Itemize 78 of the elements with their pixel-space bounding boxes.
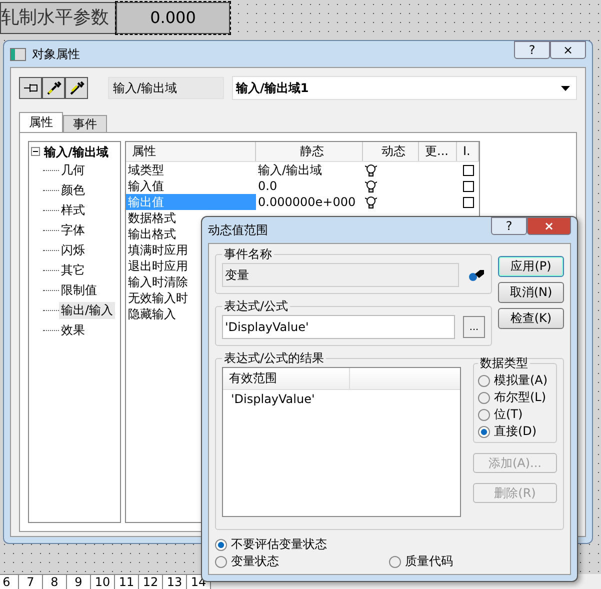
page-tab[interactable]: 13 — [162, 574, 187, 589]
group-title: 表达式/公式 — [223, 298, 290, 315]
tree-item[interactable]: 输入/输出域 — [42, 144, 110, 160]
column-header[interactable]: 静态 — [256, 142, 363, 161]
object-type-field: 输入/输出域 — [108, 77, 224, 99]
radio-label: 直接(D) — [494, 423, 537, 440]
group-title: 表达式/公式的结果 — [223, 350, 326, 367]
radio-label: 质量代码 — [405, 553, 453, 570]
page-tab[interactable]: 8 — [42, 574, 67, 589]
checkbox[interactable] — [463, 180, 474, 192]
group-title: 数据类型 — [479, 355, 529, 372]
dropdown-arrow-icon[interactable] — [561, 86, 570, 90]
radio-label: 模拟量(A) — [494, 372, 548, 389]
radio-label: 位(T) — [494, 406, 523, 423]
page-tab[interactable]: 12 — [138, 574, 163, 589]
static-value: 输入/输出域 — [257, 162, 324, 178]
checkbox[interactable] — [463, 164, 474, 176]
static-value: 0.0 — [257, 178, 278, 194]
lightbulb-icon[interactable] — [365, 164, 377, 176]
radio-label: 布尔型(L) — [494, 389, 546, 406]
browse-button[interactable]: ... — [463, 316, 485, 338]
close-button[interactable]: × — [550, 41, 586, 59]
page-tab[interactable]: 11 — [114, 574, 139, 589]
collapse-icon[interactable] — [31, 145, 40, 159]
help-button[interactable]: ? — [514, 41, 550, 59]
page-tab[interactable]: 7 — [18, 574, 43, 589]
tab[interactable]: 属性 — [19, 112, 63, 132]
radio-button[interactable] — [478, 374, 490, 386]
property-name[interactable]: 输入值 — [126, 178, 256, 194]
radio-button[interactable] — [215, 538, 227, 550]
canvas-label: 轧制水平参数 — [0, 2, 116, 34]
checkbox[interactable] — [463, 196, 474, 208]
static-value: 0.000000e+000 — [257, 194, 357, 210]
window-title: 对象属性 — [32, 46, 80, 62]
radio-button[interactable] — [215, 556, 227, 568]
page-tab[interactable]: 9 — [66, 574, 91, 589]
radio-button[interactable] — [478, 426, 490, 438]
column-header[interactable]: 属性 — [126, 142, 256, 161]
dialog-button[interactable]: 取消(N) — [498, 282, 564, 303]
tree-item[interactable]: 其它 — [59, 262, 87, 278]
expression-field[interactable]: 'DisplayValue' — [222, 315, 455, 339]
dialog-title: 动态值范围 — [208, 222, 268, 238]
tree-item[interactable]: 输出/输入 — [59, 302, 116, 318]
property-name[interactable]: 域类型 — [126, 162, 256, 178]
page-tab[interactable]: 6 — [0, 574, 19, 589]
pin-icon[interactable] — [19, 77, 42, 99]
radio-label: 不要评估变量状态 — [231, 536, 327, 553]
window-icon — [10, 48, 26, 60]
tree-item[interactable]: 限制值 — [59, 282, 99, 298]
close-button[interactable]: × — [527, 217, 571, 235]
radio-button[interactable] — [478, 408, 490, 420]
radio-button[interactable] — [478, 392, 490, 404]
tab[interactable]: 事件 — [63, 115, 107, 132]
list-row[interactable]: 'DisplayValue' — [223, 390, 460, 408]
lightbulb-icon[interactable] — [365, 180, 377, 192]
tree-item[interactable]: 闪烁 — [59, 242, 87, 258]
column-header[interactable]: 更... — [419, 142, 457, 161]
group-title: 事件名称 — [223, 246, 273, 263]
tree-item[interactable]: 效果 — [59, 322, 87, 338]
page-tab[interactable]: 10 — [90, 574, 115, 589]
tree-item[interactable]: 几何 — [59, 162, 87, 178]
pipette-icon[interactable] — [42, 77, 65, 99]
help-button[interactable]: ? — [491, 217, 527, 235]
column-header[interactable]: I. — [457, 142, 479, 161]
event-name-field: 变量 — [222, 263, 459, 287]
object-name-dropdown[interactable]: 输入/输出域1 — [232, 76, 577, 100]
io-field[interactable]: 0.000 — [116, 2, 230, 34]
lightbulb-icon[interactable] — [365, 196, 377, 208]
dialog-button[interactable]: 应用(P) — [498, 256, 564, 277]
tag-icon[interactable] — [467, 268, 485, 282]
pipette-icon[interactable] — [65, 77, 88, 99]
tree-item[interactable]: 样式 — [59, 202, 87, 218]
dialog-button[interactable]: 检查(K) — [498, 308, 564, 329]
radio-button[interactable] — [389, 556, 401, 568]
tree-item[interactable]: 字体 — [59, 222, 87, 238]
tree-item[interactable]: 颜色 — [59, 182, 87, 198]
radio-label: 变量状态 — [231, 553, 279, 570]
column-header[interactable]: 动态 — [363, 142, 419, 161]
